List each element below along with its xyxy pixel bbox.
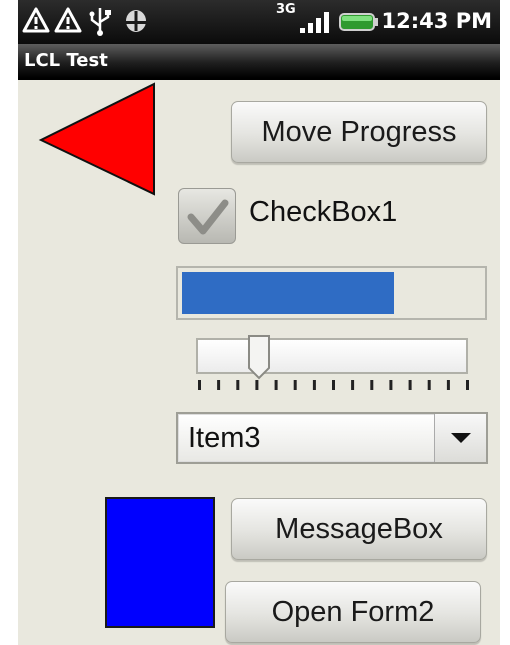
slider-tick bbox=[351, 380, 355, 390]
slider-thumb[interactable] bbox=[247, 334, 271, 380]
slider-tick bbox=[293, 380, 297, 390]
title-bar: LCL Test bbox=[18, 44, 500, 80]
slider-tick bbox=[274, 380, 278, 390]
slider-tick bbox=[312, 380, 316, 390]
messagebox-button[interactable]: MessageBox bbox=[231, 498, 487, 560]
move-progress-button[interactable]: Move Progress bbox=[231, 101, 487, 163]
slider-ticks bbox=[198, 380, 469, 390]
chevron-down-icon bbox=[450, 433, 471, 443]
network-type-label: 3G bbox=[276, 2, 296, 17]
signal-icon bbox=[300, 12, 329, 33]
battery-icon bbox=[339, 13, 378, 31]
combobox-dropdown-button[interactable] bbox=[434, 414, 486, 462]
slider-tick bbox=[408, 380, 412, 390]
checkbox1[interactable] bbox=[178, 188, 236, 244]
slider-tick bbox=[427, 380, 431, 390]
slider-tick bbox=[370, 380, 374, 390]
rectangle-shape bbox=[105, 497, 215, 628]
slider-tick bbox=[198, 380, 201, 390]
item-combobox[interactable]: Item3 bbox=[176, 412, 488, 464]
progress-bar bbox=[176, 266, 487, 320]
checkbox1-label: CheckBox1 bbox=[249, 196, 398, 228]
slider-track[interactable] bbox=[196, 338, 468, 374]
android-debug-icon bbox=[126, 10, 146, 32]
clock-time: 12:43 PM bbox=[381, 9, 492, 33]
open-form2-button[interactable]: Open Form2 bbox=[225, 581, 481, 643]
device-screen: 3G 12:43 PM LCL Test Move Progress Check… bbox=[18, 0, 500, 645]
slider-tick bbox=[255, 380, 259, 390]
checkmark-icon bbox=[187, 199, 229, 235]
triangle-shape bbox=[38, 82, 155, 196]
slider-tick bbox=[466, 380, 469, 390]
window-title: LCL Test bbox=[24, 50, 108, 71]
slider-tick bbox=[389, 380, 393, 390]
warning-icon bbox=[22, 7, 50, 33]
slider-tick bbox=[217, 380, 221, 390]
status-bar: 3G 12:43 PM bbox=[18, 0, 500, 44]
slider-tick bbox=[332, 380, 335, 390]
combobox-selected-text: Item3 bbox=[188, 422, 261, 454]
warning-icon bbox=[54, 7, 82, 33]
slider-tick bbox=[446, 380, 450, 390]
usb-icon bbox=[89, 8, 111, 36]
slider-tick bbox=[236, 380, 240, 390]
progress-bar-fill bbox=[182, 272, 394, 314]
